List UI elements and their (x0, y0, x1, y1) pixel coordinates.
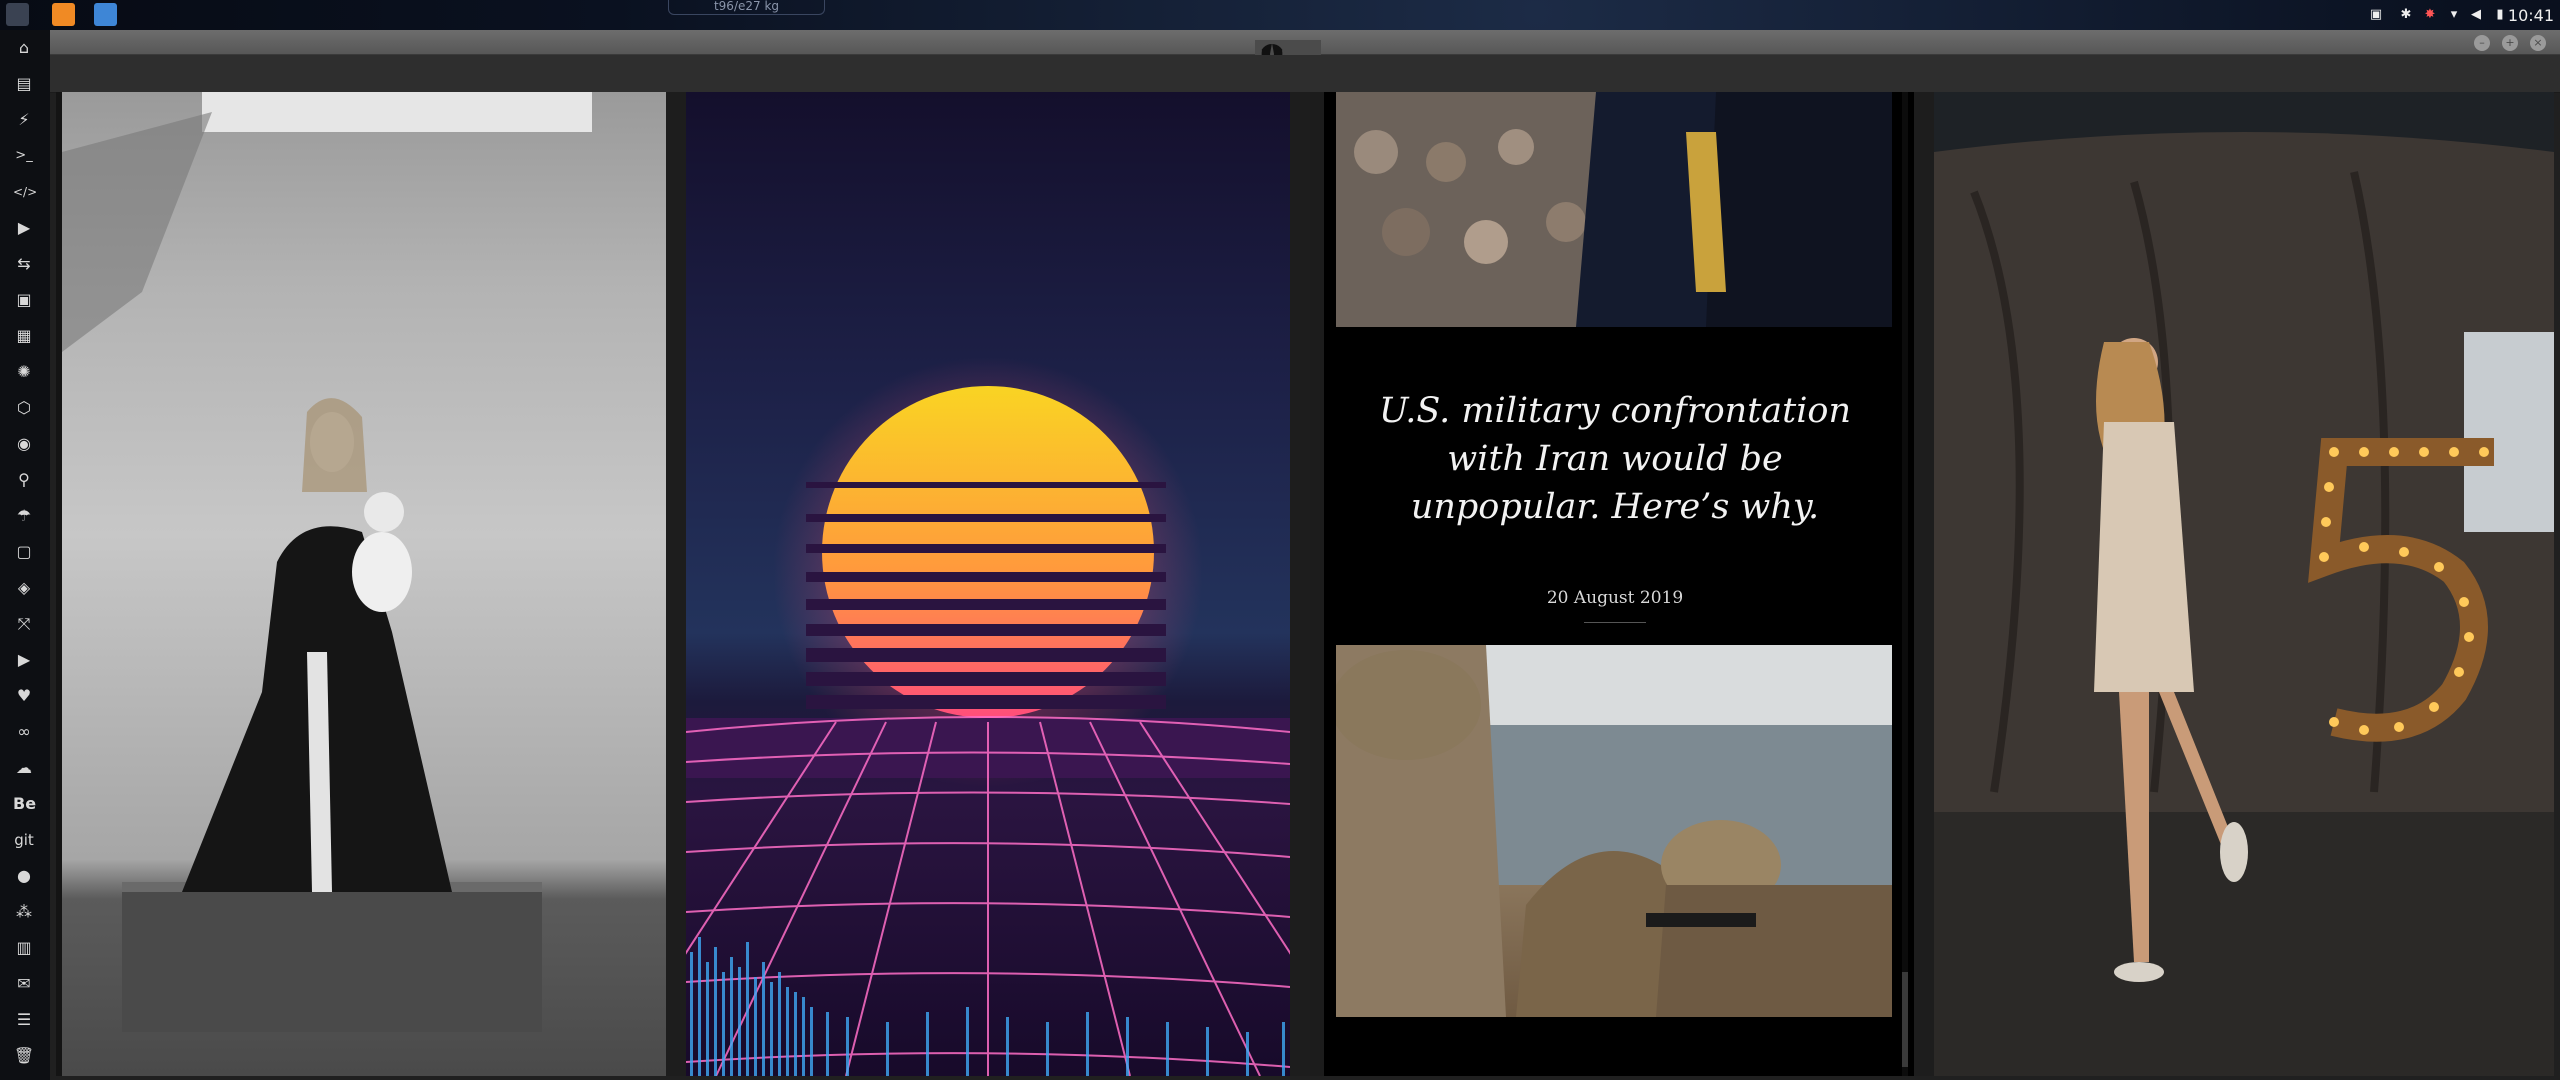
article-scroll-thumb[interactable] (1902, 972, 1908, 1067)
system-top-bar: t96/e27 kg ▣ ✱ ✸ ▾ ◀ ▮ 10:41 (0, 0, 2560, 31)
app-menu-icon[interactable] (6, 3, 29, 26)
home-icon[interactable]: ⌂ (13, 37, 35, 59)
umbrella-icon[interactable]: ☂ (13, 505, 35, 527)
wifi-icon[interactable]: ▾ (2446, 7, 2462, 23)
server-icon[interactable]: ☰ (13, 1009, 35, 1031)
network-icon[interactable]: ⁂ (13, 901, 35, 923)
map-icon[interactable]: ▥ (13, 937, 35, 959)
image-icon[interactable]: ▣ (13, 289, 35, 311)
document-icon[interactable]: ▤ (13, 73, 35, 95)
article-date: 20 August 2019 (1546, 588, 1684, 608)
ceremony-photo-art (1336, 92, 1892, 327)
terminal-icon[interactable]: >_ (13, 145, 35, 167)
browser-window: – + × U.S. military confrontation with I… (50, 30, 2560, 1080)
bw-mother-child-photo[interactable] (62, 92, 666, 1076)
soldiers-photo[interactable] (1331, 645, 1892, 1017)
tool-bar (50, 55, 2560, 93)
play-icon[interactable]: ▶ (13, 217, 35, 239)
heart-icon[interactable]: ♥ (13, 685, 35, 707)
alert-icon[interactable]: ✸ (2422, 7, 2438, 23)
code-icon[interactable]: </> (13, 181, 37, 203)
power-icon[interactable]: ▮ (2492, 7, 2508, 23)
github-icon[interactable]: ● (13, 865, 35, 887)
bolt-icon[interactable]: ⚡ (13, 109, 35, 131)
clock[interactable]: 10:41 (2508, 6, 2554, 25)
trash-icon[interactable]: 🗑 (13, 1045, 35, 1067)
news-article-card[interactable]: U.S. military confrontation with Iran wo… (1310, 92, 1914, 1076)
bw-photo-art (62, 92, 592, 1032)
column-gap (666, 92, 686, 1076)
expand-icon[interactable]: ⤧ (13, 613, 35, 635)
synthwave-art (686, 357, 1290, 1076)
fashion-photo-art (1934, 92, 2554, 1076)
cloud-link-icon[interactable]: ∞ (13, 721, 35, 743)
column-divider (1310, 92, 1324, 1076)
settings-icon[interactable]: ✺ (13, 361, 35, 383)
tag-icon[interactable]: ◈ (13, 577, 35, 599)
screenshot-icon[interactable]: ▣ (2368, 7, 2384, 23)
maximize-icon[interactable]: + (2502, 35, 2518, 51)
left-dock: ⌂ ▤ ⚡ >_ </> ▶ ⇆ ▣ ▦ ✺ ⬡ ◉ ⚲ ☂ ▢ ◈ ⤧ ▶ ♥… (0, 30, 50, 1080)
globe-icon[interactable]: ◉ (13, 433, 35, 455)
sublime-text-icon[interactable] (52, 3, 75, 26)
search-icon[interactable]: ⚲ (13, 469, 35, 491)
column-gap (1914, 92, 1934, 1076)
chanel-no5-photo[interactable] (1934, 92, 2554, 1076)
behance-icon[interactable]: Be (13, 793, 36, 815)
synthwave-sunset-image[interactable] (686, 92, 1290, 1076)
ceremony-photo[interactable] (1336, 92, 1892, 327)
cloud-icon[interactable]: ☁ (13, 757, 35, 779)
youtube-icon[interactable]: ▶ (13, 649, 35, 671)
minimize-icon[interactable]: – (2474, 35, 2490, 51)
file-manager-icon[interactable] (94, 3, 117, 26)
date-divider (1584, 622, 1646, 623)
hexagon-icon[interactable]: ⬡ (13, 397, 35, 419)
git-icon[interactable]: git (13, 829, 35, 851)
mail-icon[interactable]: ✉ (13, 973, 35, 995)
article-scrollbar[interactable] (1902, 92, 1908, 1076)
search-chip[interactable]: t96/e27 kg (668, 0, 825, 15)
soldiers-photo-art (1331, 645, 1892, 1017)
contact-icon[interactable]: ▢ (13, 541, 35, 563)
article-headline[interactable]: U.S. military confrontation with Iran wo… (1350, 387, 1880, 531)
translate-icon[interactable]: ⇆ (13, 253, 35, 275)
column-gap (1290, 92, 1310, 1076)
volume-icon[interactable]: ◀ (2468, 7, 2484, 23)
gallery-grid: U.S. military confrontation with Iran wo… (56, 92, 2554, 1076)
bluetooth-icon[interactable]: ✱ (2398, 7, 2414, 23)
close-icon[interactable]: × (2530, 35, 2546, 51)
news-icon[interactable]: ▦ (13, 325, 35, 347)
